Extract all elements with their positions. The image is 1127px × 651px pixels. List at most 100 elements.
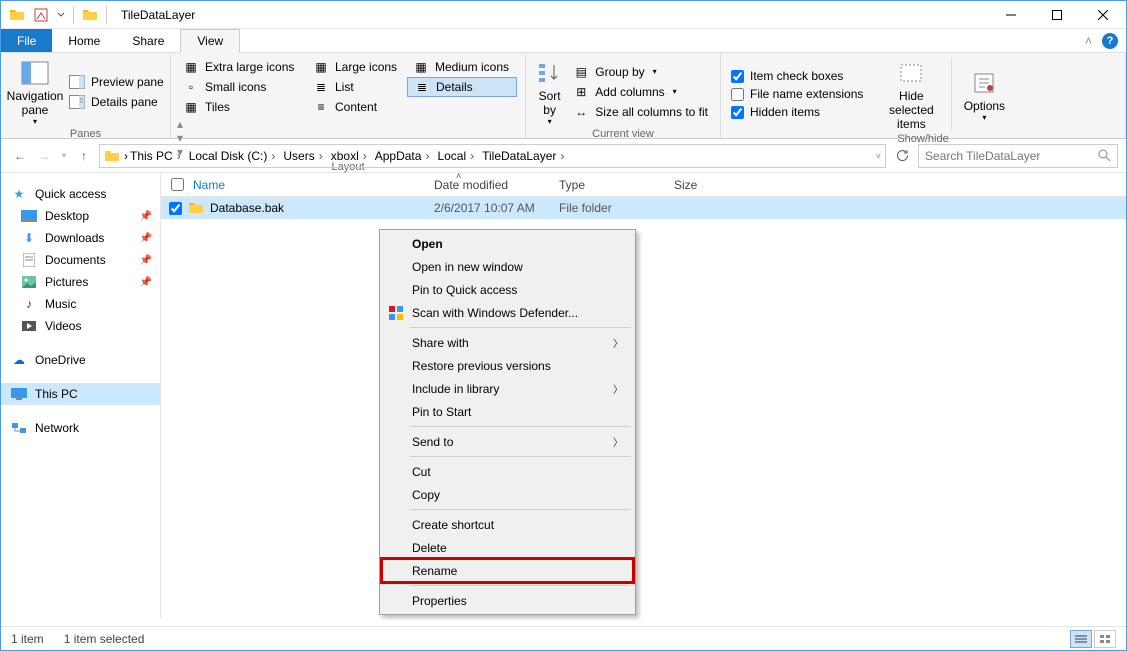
sidebar-item-this-pc[interactable]: This PC <box>1 383 160 405</box>
chevron-right-icon[interactable]: › <box>421 149 433 163</box>
chevron-right-icon[interactable]: › <box>173 149 185 163</box>
navigation-pane-button[interactable]: Navigation pane ▾ <box>7 57 63 126</box>
menu-item-scan-defender[interactable]: Scan with Windows Defender... <box>382 301 633 324</box>
file-extensions-toggle[interactable]: File name extensions <box>727 85 867 103</box>
column-header-name[interactable]: Name <box>161 178 426 192</box>
close-button[interactable] <box>1080 1 1126 29</box>
tab-share[interactable]: Share <box>116 29 180 52</box>
sort-by-button[interactable]: Sort by ▾ <box>532 57 567 126</box>
crumb-local-disk[interactable]: Local Disk (C:) <box>189 149 268 163</box>
collapse-ribbon-icon[interactable]: ˄ <box>1085 34 1092 48</box>
chevron-right-icon[interactable]: › <box>466 149 478 163</box>
hide-selected-icon <box>895 57 927 89</box>
column-header-size[interactable]: Size <box>666 178 746 192</box>
menu-item-open-new-window[interactable]: Open in new window <box>382 255 633 278</box>
crumb-this-pc[interactable]: This PC <box>130 149 173 163</box>
menu-item-pin-quick-access[interactable]: Pin to Quick access <box>382 278 633 301</box>
tab-view[interactable]: View <box>180 29 240 53</box>
sidebar-item-downloads[interactable]: ⬇Downloads📌 <box>1 227 160 249</box>
add-columns-button[interactable]: ⊞Add columns▾ <box>567 82 714 102</box>
view-extra-large-icons[interactable]: ▦Extra large icons <box>177 57 307 77</box>
refresh-button[interactable] <box>890 144 914 168</box>
preview-pane-icon <box>69 74 85 90</box>
hidden-items-toggle[interactable]: Hidden items <box>727 103 867 121</box>
details-icon: ≣ <box>414 79 430 95</box>
menu-item-share-with[interactable]: Share with〉 <box>382 331 633 354</box>
column-header-type[interactable]: Type <box>551 178 666 192</box>
tab-home[interactable]: Home <box>52 29 116 52</box>
address-dropdown-icon[interactable]: ˅ <box>876 151 881 161</box>
xl-icons-icon: ▦ <box>183 59 199 75</box>
sidebar-item-desktop[interactable]: Desktop📌 <box>1 205 160 227</box>
menu-item-include-library[interactable]: Include in library〉 <box>382 377 633 400</box>
view-tiles[interactable]: ▦Tiles <box>177 97 307 117</box>
view-content[interactable]: ≡Content <box>307 97 407 117</box>
menu-item-properties[interactable]: Properties <box>382 589 633 612</box>
menu-item-open[interactable]: Open <box>382 232 633 255</box>
sidebar-item-onedrive[interactable]: ☁OneDrive <box>1 349 160 371</box>
pin-icon: 📌 <box>140 277 152 288</box>
crumb-user[interactable]: xboxl <box>331 149 359 163</box>
chevron-right-icon[interactable]: › <box>359 149 371 163</box>
recent-dropdown[interactable]: ▾ <box>57 145 71 167</box>
options-button[interactable]: Options ▾ <box>956 57 1012 131</box>
breadcrumb[interactable]: › This PC› Local Disk (C:)› Users› xboxl… <box>99 144 886 168</box>
maximize-button[interactable] <box>1034 1 1080 29</box>
view-large-button[interactable] <box>1094 630 1116 648</box>
menu-separator <box>410 509 631 510</box>
preview-pane-button[interactable]: Preview pane <box>63 72 170 92</box>
sort-icon <box>534 57 566 89</box>
details-pane-button[interactable]: Details pane <box>63 92 170 112</box>
group-by-button[interactable]: ▤Group by▾ <box>567 62 714 82</box>
menu-item-create-shortcut[interactable]: Create shortcut <box>382 513 633 536</box>
sidebar-item-network[interactable]: Network <box>1 417 160 439</box>
crumb-tiledatalayer[interactable]: TileDataLayer <box>482 149 556 163</box>
menu-item-rename[interactable]: Rename <box>382 559 633 582</box>
sidebar-item-pictures[interactable]: Pictures📌 <box>1 271 160 293</box>
select-all-checkbox[interactable] <box>171 178 184 191</box>
chevron-right-icon[interactable]: › <box>315 149 327 163</box>
view-details[interactable]: ≣Details <box>407 77 517 97</box>
tab-file[interactable]: File <box>1 29 52 52</box>
size-columns-button[interactable]: ↔Size all columns to fit <box>567 102 714 122</box>
view-small-icons[interactable]: ▫Small icons <box>177 77 307 97</box>
menu-item-delete[interactable]: Delete <box>382 536 633 559</box>
menu-item-pin-start[interactable]: Pin to Start <box>382 400 633 423</box>
crumb-users[interactable]: Users <box>283 149 314 163</box>
sidebar-item-music[interactable]: ♪Music <box>1 293 160 315</box>
file-row[interactable]: Database.bak 2/6/2017 10:07 AM File fold… <box>161 197 1126 219</box>
submenu-arrow-icon: 〉 <box>613 381 623 396</box>
properties-qat-icon[interactable] <box>31 5 51 25</box>
up-button[interactable]: ↑ <box>73 145 95 167</box>
view-medium-icons[interactable]: ▦Medium icons <box>407 57 517 77</box>
item-checkboxes-toggle[interactable]: Item check boxes <box>727 67 867 85</box>
view-details-button[interactable] <box>1070 630 1092 648</box>
back-button[interactable]: ← <box>9 145 31 167</box>
onedrive-icon: ☁ <box>11 352 27 368</box>
column-header-date[interactable]: Date modified <box>426 178 551 192</box>
layout-scroll-up-icon[interactable]: ▴ <box>177 117 191 131</box>
view-list[interactable]: ≣List <box>307 77 407 97</box>
sidebar-item-quick-access[interactable]: ★Quick access <box>1 183 160 205</box>
sidebar-item-documents[interactable]: Documents📌 <box>1 249 160 271</box>
crumb-local[interactable]: Local <box>437 149 466 163</box>
forward-button[interactable]: → <box>33 145 55 167</box>
chevron-down-icon: ▾ <box>548 117 552 126</box>
options-icon <box>968 67 1000 99</box>
hide-selected-button[interactable]: Hide selected items <box>875 57 947 131</box>
menu-item-copy[interactable]: Copy <box>382 483 633 506</box>
menu-item-restore-versions[interactable]: Restore previous versions <box>382 354 633 377</box>
help-icon[interactable]: ? <box>1102 33 1118 49</box>
minimize-button[interactable] <box>988 1 1034 29</box>
view-large-icons[interactable]: ▦Large icons <box>307 57 407 77</box>
qat-dropdown-icon[interactable] <box>55 5 67 25</box>
file-checkbox[interactable] <box>169 202 182 215</box>
menu-item-send-to[interactable]: Send to〉 <box>382 430 633 453</box>
crumb-appdata[interactable]: AppData <box>375 149 422 163</box>
menu-item-cut[interactable]: Cut <box>382 460 633 483</box>
search-input[interactable]: Search TileDataLayer <box>918 144 1118 168</box>
sidebar-item-videos[interactable]: Videos <box>1 315 160 337</box>
column-headers: ˄ Name Date modified Type Size <box>161 173 1126 197</box>
chevron-right-icon[interactable]: › <box>267 149 279 163</box>
chevron-right-icon[interactable]: › <box>556 149 568 163</box>
